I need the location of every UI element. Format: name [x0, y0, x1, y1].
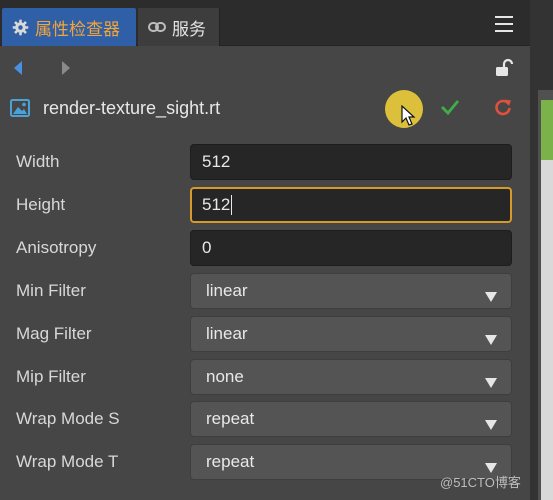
scene-view-light-strip	[541, 160, 553, 500]
inspector-panel: 属性检查器 服务 render-texture_sight.rt Width 5…	[0, 0, 530, 500]
menu-icon[interactable]	[492, 14, 516, 34]
gear-icon	[12, 19, 29, 36]
tab-services-label: 服务	[172, 19, 206, 39]
anisotropy-value: 0	[202, 238, 212, 257]
property-row-mag-filter: Mag Filter linear	[0, 316, 530, 352]
asset-name: render-texture_sight.rt	[43, 98, 221, 118]
revert-icon[interactable]	[494, 98, 512, 121]
property-row-anisotropy: Anisotropy 0	[0, 230, 530, 266]
property-row-min-filter: Min Filter linear	[0, 273, 530, 309]
tab-bar: 属性检查器 服务	[0, 0, 530, 46]
property-row-mip-filter: Mip Filter none	[0, 359, 530, 395]
apply-checkmark-icon[interactable]	[440, 98, 460, 121]
navigation-toolbar	[0, 46, 530, 90]
forward-arrow-icon[interactable]	[60, 60, 72, 81]
height-label: Height	[16, 195, 66, 214]
wrap-mode-t-label: Wrap Mode T	[16, 452, 119, 471]
min-filter-value: linear	[206, 281, 248, 300]
property-row-wrap-mode-s: Wrap Mode S repeat	[0, 401, 530, 437]
dropdown-arrow-icon	[485, 373, 497, 393]
mag-filter-label: Mag Filter	[16, 324, 92, 343]
tab-inspector[interactable]: 属性检查器	[2, 8, 136, 46]
mag-filter-select[interactable]: linear	[190, 316, 512, 352]
tab-services[interactable]: 服务	[138, 8, 220, 46]
watermark: @51CTO博客	[440, 475, 521, 490]
scene-view-green-strip	[541, 100, 553, 160]
mag-filter-value: linear	[206, 324, 248, 343]
back-arrow-icon[interactable]	[12, 60, 24, 81]
text-caret	[231, 195, 233, 215]
tab-inspector-label: 属性检查器	[35, 19, 120, 39]
mip-filter-select[interactable]: none	[190, 359, 512, 395]
link-icon	[148, 21, 166, 33]
anisotropy-label: Anisotropy	[16, 238, 97, 257]
mouse-pointer-icon	[401, 104, 417, 132]
property-row-height: Height 512	[0, 187, 530, 223]
width-value: 512	[202, 152, 231, 171]
mip-filter-value: none	[206, 367, 244, 386]
wrap-mode-s-select[interactable]: repeat	[190, 401, 512, 437]
property-row-width: Width 512	[0, 144, 530, 180]
mip-filter-label: Mip Filter	[16, 367, 86, 386]
dropdown-arrow-icon	[485, 287, 497, 307]
image-icon	[10, 99, 30, 122]
height-value: 512	[202, 195, 231, 214]
dropdown-arrow-icon	[485, 415, 497, 435]
wrap-mode-s-label: Wrap Mode S	[16, 409, 120, 428]
dropdown-arrow-icon	[485, 330, 497, 350]
height-input[interactable]: 512	[190, 187, 512, 223]
wrap-mode-t-value: repeat	[206, 452, 255, 471]
anisotropy-input[interactable]: 0	[190, 230, 512, 266]
width-input[interactable]: 512	[190, 144, 512, 180]
asset-header: render-texture_sight.rt	[0, 90, 530, 130]
unlock-icon[interactable]	[494, 58, 514, 83]
wrap-mode-s-value: repeat	[206, 409, 255, 428]
width-label: Width	[16, 152, 60, 171]
min-filter-select[interactable]: linear	[190, 273, 512, 309]
min-filter-label: Min Filter	[16, 281, 86, 300]
